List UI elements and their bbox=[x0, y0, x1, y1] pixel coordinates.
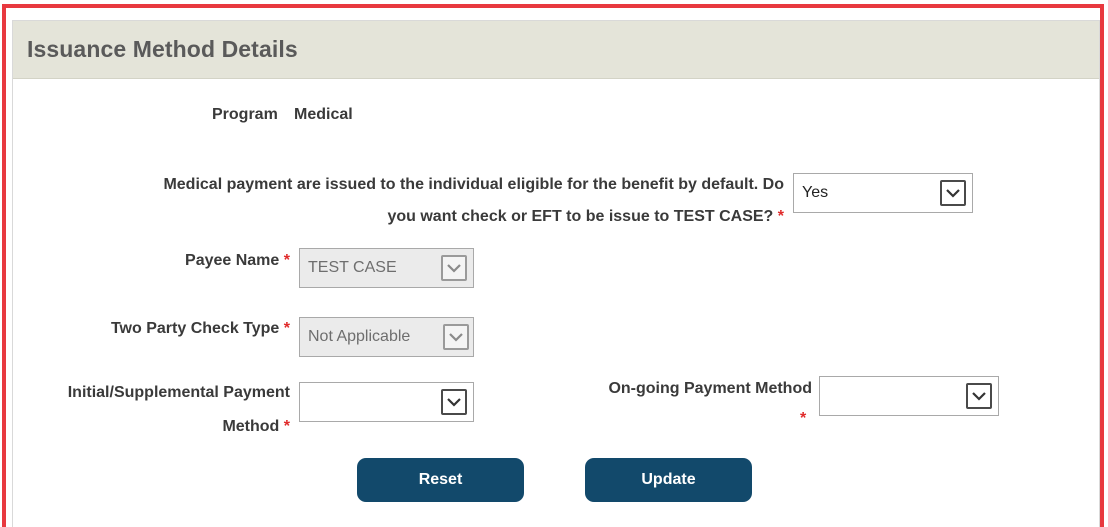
program-value: Medical bbox=[294, 106, 353, 123]
ongoing-payment-label-text: On-going Payment Method bbox=[608, 380, 812, 397]
two-party-check-type-label: Two Party Check Type * bbox=[20, 314, 290, 344]
initial-payment-method-select[interactable] bbox=[299, 382, 474, 422]
issue-to-individual-selected: Yes bbox=[802, 184, 829, 201]
payee-name-selected: TEST CASE bbox=[308, 259, 397, 276]
required-asterisk: * bbox=[777, 208, 784, 225]
required-asterisk: * bbox=[283, 418, 290, 435]
panel-header: Issuance Method Details bbox=[13, 21, 1099, 79]
initial-payment-method-label-line2: Method * bbox=[8, 412, 290, 442]
two-party-label-text: Two Party Check Type bbox=[110, 320, 280, 337]
default-payee-question-line1: Medical payment are issued to the indivi… bbox=[20, 170, 784, 200]
required-asterisk: * bbox=[283, 252, 290, 269]
required-asterisk: * bbox=[800, 410, 807, 427]
initial-payment-method-label-line1: Initial/Supplemental Payment bbox=[8, 378, 290, 408]
initial-payment-label-line2-text: Method bbox=[222, 418, 280, 435]
reset-button[interactable]: Reset bbox=[357, 458, 524, 502]
chevron-down-icon[interactable] bbox=[966, 383, 992, 409]
payee-name-select[interactable]: TEST CASE bbox=[299, 248, 474, 288]
question-line1-text: Medical payment are issued to the indivi… bbox=[163, 176, 784, 193]
update-button[interactable]: Update bbox=[585, 458, 752, 502]
ongoing-payment-required: * bbox=[800, 404, 806, 434]
two-party-selected: Not Applicable bbox=[308, 328, 411, 345]
ongoing-payment-method-label: On-going Payment Method bbox=[520, 374, 812, 404]
default-payee-question-line2: you want check or EFT to be issue to TES… bbox=[20, 202, 784, 232]
question-line2-text: you want check or EFT to be issue to TES… bbox=[387, 208, 774, 225]
chevron-down-icon[interactable] bbox=[441, 255, 467, 281]
page: Issuance Method Details Program Medical … bbox=[0, 0, 1108, 527]
panel-title: Issuance Method Details bbox=[27, 36, 298, 62]
initial-payment-label-line1-text: Initial/Supplemental Payment bbox=[67, 384, 290, 401]
ongoing-payment-method-select[interactable] bbox=[819, 376, 999, 416]
required-asterisk: * bbox=[283, 320, 290, 337]
payee-name-label-text: Payee Name bbox=[185, 252, 280, 269]
two-party-check-type-select[interactable]: Not Applicable bbox=[299, 317, 474, 357]
payee-name-label: Payee Name * bbox=[20, 246, 290, 276]
chevron-down-icon[interactable] bbox=[443, 324, 469, 350]
chevron-down-icon[interactable] bbox=[441, 389, 467, 415]
chevron-down-icon[interactable] bbox=[940, 180, 966, 206]
program-label: Program bbox=[212, 106, 278, 123]
issue-to-individual-select[interactable]: Yes bbox=[793, 173, 973, 213]
